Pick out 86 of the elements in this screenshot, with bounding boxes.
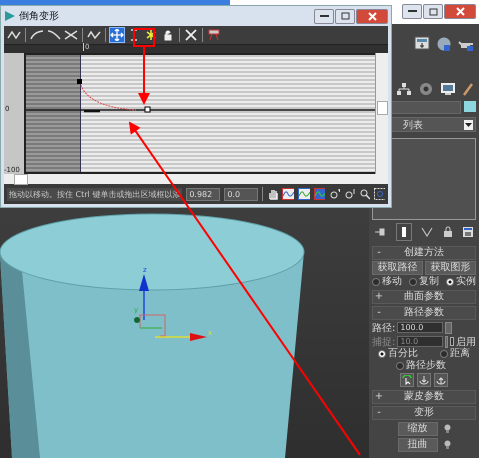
- spinner[interactable]: [445, 322, 452, 334]
- get-button[interactable]: 获取图形: [425, 261, 476, 275]
- caret-icon[interactable]: [464, 120, 473, 130]
- enable-label: 启用: [456, 336, 476, 348]
- wave-icon: [87, 29, 101, 41]
- path-label: 路径:: [372, 322, 396, 334]
- rollout-header[interactable]: - 变形: [372, 406, 476, 420]
- radio-label: 移动: [382, 276, 402, 288]
- radio-button[interactable]: [372, 278, 380, 286]
- radio-label: 实例: [456, 276, 476, 288]
- maximize-button[interactable]: [335, 8, 355, 24]
- graph-icon[interactable]: [314, 188, 326, 200]
- rotate-up-button[interactable]: [434, 373, 448, 387]
- motion-icon[interactable]: [418, 82, 434, 96]
- delete-icon: [184, 29, 198, 41]
- line-icon: [30, 29, 44, 41]
- annotation-arrow: [138, 47, 150, 105]
- cross-icon: [64, 29, 78, 41]
- rollout-header[interactable]: + 蒙皮参数: [372, 390, 476, 404]
- control-point[interactable]: [144, 106, 150, 112]
- zoom-horizontal-icon[interactable]: [329, 188, 340, 200]
- get-button[interactable]: 获取路径: [372, 261, 423, 275]
- deformation-button[interactable]: 缩放: [398, 422, 438, 436]
- minimize-icon: [408, 10, 416, 13]
- pin-icon[interactable]: [374, 227, 386, 237]
- configure-icon[interactable]: [462, 226, 474, 238]
- rollout-header[interactable]: + 曲面参数: [372, 290, 476, 304]
- close-icon: [368, 12, 376, 20]
- lock-icon[interactable]: [442, 226, 452, 238]
- radio-button[interactable]: [378, 350, 386, 358]
- radio-label: 百分比: [388, 348, 418, 360]
- value-field[interactable]: 0.0: [224, 188, 258, 200]
- rollout-header[interactable]: - 路径参数: [372, 306, 476, 320]
- close-button[interactable]: [356, 8, 388, 24]
- radio-label: 距离: [450, 348, 470, 360]
- reset-icon: [207, 29, 221, 41]
- layer-icon[interactable]: [414, 36, 430, 50]
- radio-button[interactable]: [409, 278, 417, 286]
- rotate-down-button[interactable]: [417, 373, 431, 387]
- curve-icon: [47, 29, 61, 41]
- radio-button[interactable]: [440, 350, 448, 358]
- highlight-frame: [133, 28, 155, 47]
- bar-icon[interactable]: [396, 223, 412, 241]
- lightbulb-icon[interactable]: [444, 440, 450, 450]
- radio-button[interactable]: [446, 278, 454, 286]
- deformation-button[interactable]: 扭曲: [398, 438, 438, 452]
- monitor-icon[interactable]: [440, 82, 456, 96]
- vertical-scrollbar[interactable]: [375, 53, 388, 174]
- restore-icon: [428, 8, 438, 16]
- close-icon: [456, 7, 464, 16]
- radio-button[interactable]: [396, 362, 404, 370]
- color-swatch[interactable]: [464, 101, 476, 112]
- maximize-icon: [340, 12, 350, 20]
- hand-icon[interactable]: [267, 188, 278, 200]
- hierarchy-icon[interactable]: [396, 82, 412, 96]
- horizontal-scrollbar[interactable]: [4, 174, 388, 184]
- window-title: 倒角变形: [19, 10, 59, 23]
- rollout-header[interactable]: - 创建方法: [372, 246, 476, 260]
- move-tool-button[interactable]: [109, 27, 125, 43]
- hammer-icon[interactable]: [462, 82, 474, 96]
- value-field[interactable]: 0.982: [186, 188, 220, 200]
- zoom-vertical-icon[interactable]: [344, 188, 356, 200]
- radio-label: 复制: [419, 276, 439, 288]
- move-icon: [110, 29, 124, 41]
- curve-drawing: [77, 79, 136, 112]
- pick-path-button[interactable]: [400, 373, 414, 387]
- search-icon[interactable]: [359, 188, 370, 200]
- lightbulb-icon[interactable]: [444, 424, 450, 434]
- snap-label: 捕捉:: [372, 336, 396, 348]
- minimize-button[interactable]: [402, 4, 422, 19]
- close-button[interactable]: [444, 4, 476, 19]
- app-icon: [4, 10, 16, 22]
- reset-tool-button[interactable]: [206, 27, 222, 43]
- delete-tool-button[interactable]: [183, 27, 199, 43]
- graph-area[interactable]: [24, 53, 375, 174]
- path-field[interactable]: 100.0: [397, 322, 444, 333]
- graph-icon[interactable]: [282, 188, 294, 200]
- restore-button[interactable]: [423, 4, 443, 19]
- radio-label: 路径步数: [406, 360, 446, 372]
- insert-icon: [7, 29, 21, 41]
- fork-icon[interactable]: [421, 227, 433, 237]
- minimize-button[interactable]: [314, 8, 334, 24]
- zoom-region-icon[interactable]: [374, 188, 385, 200]
- minimize-icon: [320, 14, 328, 18]
- graph-icon[interactable]: [298, 188, 310, 200]
- globe-icon[interactable]: [436, 36, 452, 52]
